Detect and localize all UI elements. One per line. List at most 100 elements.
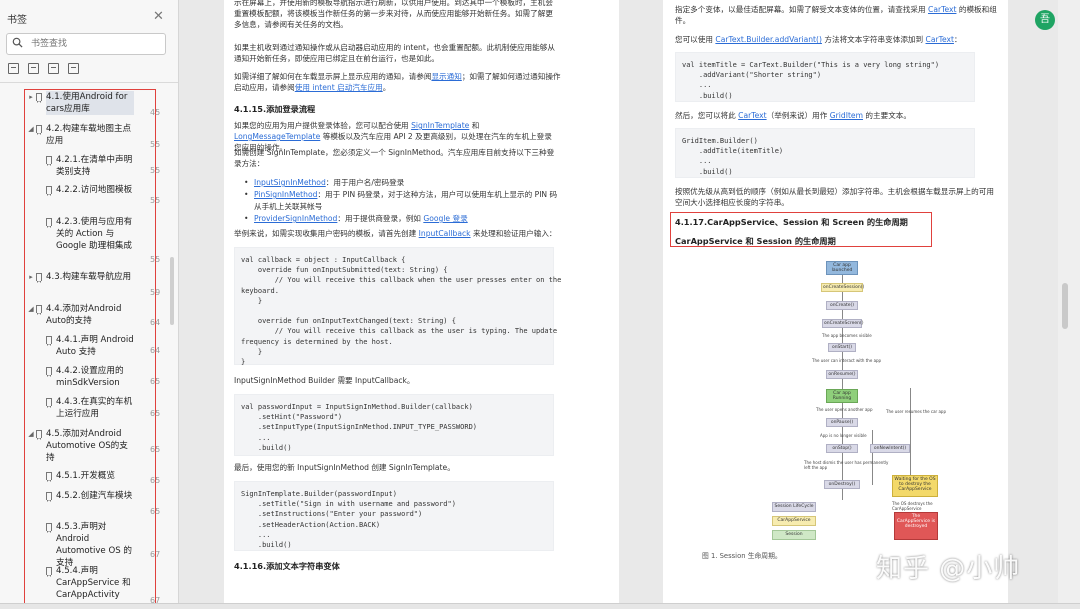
link-start-with-intent[interactable]: 使用 intent 启动汽车应用 — [295, 83, 383, 92]
bookmark-page-number: 55 — [150, 255, 160, 264]
bookmark-item[interactable]: 4.4.2.设置应用的 minSdkVersion — [56, 365, 134, 389]
bookmark-page-number: 65 — [150, 377, 160, 386]
bookmark-page-number: 64 — [150, 346, 160, 355]
link-signintemplate[interactable]: SignInTemplate — [411, 121, 469, 130]
node-onstop: onStop() — [826, 444, 858, 453]
bookmark-icon — [36, 93, 42, 101]
bookmark-item[interactable]: ◢4.2.构建车载地图主点应用 — [46, 123, 134, 147]
bookmark-label: 4.4.2.设置应用的 minSdkVersion — [56, 365, 134, 389]
bookmark-item[interactable]: ◢4.5.添加对Android Automotive OS的支持 — [46, 428, 134, 464]
bookmark-label: 4.5.2.创建汽车模块 — [56, 490, 134, 502]
bookmark-icon — [46, 367, 52, 375]
paragraph: 示在屏幕上，并使用新的模板导航指示进行刷新，以供用户使用。到达其中一个模板时，主… — [234, 0, 559, 30]
link-inputcallback[interactable]: InputCallback — [419, 229, 471, 238]
expand-all-icon[interactable] — [8, 63, 19, 74]
legend-session-lifecycle: Session LifeCycle — [772, 502, 816, 512]
node-onstart: onStart() — [828, 343, 856, 352]
bookmark-label: 4.4.1.声明 Android Auto 支持 — [56, 334, 134, 358]
collapse-all-icon[interactable] — [28, 63, 39, 74]
bookmark-icon — [46, 492, 52, 500]
bookmark-search[interactable] — [6, 33, 166, 55]
paragraph: 如需详细了解如何在车载显示屏上显示应用的通知，请参阅显示通知；如需了解如何通过通… — [234, 71, 564, 93]
link-google-signin[interactable]: Google 登录 — [423, 214, 467, 223]
bookmark-item[interactable]: ▸4.3.构建车载导航应用 — [46, 271, 134, 283]
bookmark-item[interactable]: 4.2.1.在清单中声明类别支持 — [56, 154, 134, 178]
sidebar-scrollbar[interactable] — [170, 257, 174, 325]
diagram-label: The user can interact with the app — [812, 358, 881, 363]
bookmark-icon — [36, 430, 42, 438]
diagram-label: The app becomes visible — [822, 333, 872, 338]
paragraph: 按照优先级从高到低的顺序（例如从最长到最短）添加字符串。主机会根据车载显示屏上的… — [675, 186, 1000, 208]
bookmark-icon — [36, 273, 42, 281]
bookmark-page-number: 45 — [150, 108, 160, 117]
collapse-arrow-icon[interactable]: ◢ — [27, 428, 35, 440]
document-scrollbar[interactable] — [1062, 283, 1068, 329]
link-show-notifications[interactable]: 显示通知 — [431, 72, 461, 81]
link-providersigninmethod[interactable]: ProviderSignInMethod — [254, 214, 337, 223]
bookmark-icon[interactable] — [68, 63, 79, 74]
diagram-label: The OS destroys the CarAppService — [892, 501, 942, 511]
link-cartext[interactable]: CarText — [926, 35, 954, 44]
node-oncreate: onCreate() — [826, 301, 858, 310]
search-input[interactable] — [31, 37, 161, 51]
close-icon[interactable]: ✕ — [153, 9, 164, 24]
legend-carappservice: CarAppService — [772, 516, 816, 526]
paragraph: 然后，您可以将此 CarText（举例来说）用作 GridItem 的主要文本。 — [675, 110, 1000, 121]
paragraph: 您可以使用 CarText.Builder.addVariant() 方法将文本… — [675, 34, 1000, 45]
section-heading: 4.1.16.添加文本字符串变体 — [234, 560, 340, 572]
node-oncreatesession: onCreateSession() — [821, 283, 863, 292]
link-addvariant[interactable]: CarText.Builder.addVariant() — [715, 35, 822, 44]
legend-session: Session — [772, 530, 816, 540]
node-ondestroy: onDestroy() — [824, 480, 860, 489]
node-oncreatescreen: onCreateScreen() — [822, 319, 862, 328]
bookmark-icon — [46, 567, 52, 575]
bookmark-item[interactable]: 4.5.4.声明 CarAppService 和 CarAppActivity — [56, 565, 134, 601]
bookmark-label: 4.2.2.访问地图模板 — [56, 184, 134, 196]
link-cartext[interactable]: CarText — [738, 111, 766, 120]
bookmark-label: 4.1.使用Android for cars应用库 — [46, 91, 134, 115]
bookmark-page-number: 65 — [150, 507, 160, 516]
expand-arrow-icon[interactable]: ▸ — [27, 91, 35, 103]
paragraph: InputSignInMethod Builder 需要 InputCallba… — [234, 375, 415, 386]
node-waiting-destroy: Waiting for the OS to destroy the CarApp… — [892, 475, 938, 497]
bookmark-icon — [46, 186, 52, 194]
link-longmessagetemplate[interactable]: LongMessageTemplate — [234, 132, 320, 141]
diagram-label: The user opens another app — [816, 407, 873, 412]
expand-arrow-icon[interactable]: ▸ — [27, 271, 35, 283]
floating-action-button[interactable]: 吾 — [1035, 10, 1055, 30]
link-pinsigninmethod[interactable]: PinSignInMethod — [254, 190, 317, 199]
bookmark-toolbar — [8, 63, 79, 74]
add-bookmark-icon[interactable] — [48, 63, 59, 74]
bookmark-page-number: 59 — [150, 288, 160, 297]
bookmark-item[interactable]: ▸4.1.使用Android for cars应用库 — [46, 91, 134, 115]
code-block: SignInTemplate.Builder(passwordInput) .s… — [234, 481, 554, 551]
bookmark-item[interactable]: 4.5.3.声明对 Android Automotive OS 的支持 — [56, 521, 134, 569]
status-bar — [0, 603, 1080, 609]
bookmark-page-number: 65 — [150, 476, 160, 485]
code-block: val passwordInput = InputSignInMethod.Bu… — [234, 394, 554, 456]
bookmark-label: 4.2.1.在清单中声明类别支持 — [56, 154, 134, 178]
bookmark-page-number: 65 — [150, 445, 160, 454]
bookmark-item[interactable]: 4.2.3.使用与应用有关的 Action 与 Google 助理相集成 — [56, 216, 134, 252]
figure-caption: 图 1. Session 生命周期。 — [702, 550, 782, 560]
bookmark-label: 4.4.添加对Android Auto的支持 — [46, 303, 134, 327]
link-griditem[interactable]: GridItem — [830, 111, 863, 120]
link-cartext[interactable]: CarText — [928, 5, 956, 14]
bookmark-item[interactable]: 4.5.2.创建汽车模块 — [56, 490, 134, 502]
bookmark-item[interactable]: ◢4.4.添加对Android Auto的支持 — [46, 303, 134, 327]
bookmark-label: 4.2.3.使用与应用有关的 Action 与 Google 助理相集成 — [56, 216, 134, 252]
bookmark-item[interactable]: 4.2.2.访问地图模板 — [56, 184, 134, 196]
bookmark-label: 4.5.3.声明对 Android Automotive OS 的支持 — [56, 521, 134, 569]
bookmark-page-number: 67 — [150, 550, 160, 559]
bookmark-item[interactable]: 4.4.1.声明 Android Auto 支持 — [56, 334, 134, 358]
bookmark-icon — [46, 336, 52, 344]
collapse-arrow-icon[interactable]: ◢ — [27, 123, 35, 135]
highlight-box — [670, 212, 932, 247]
node-car-app-running: Car app Running — [826, 389, 858, 403]
paragraph: 如需创建 SignInTemplate，您必须定义一个 SignInMethod… — [234, 147, 559, 169]
collapse-arrow-icon[interactable]: ◢ — [27, 303, 35, 315]
bookmark-item[interactable]: 4.4.3.在真实的车机上运行应用 — [56, 396, 134, 420]
bookmark-item[interactable]: 4.5.1.开发概览 — [56, 470, 134, 482]
code-block: val itemTitle = CarText.Builder("This is… — [675, 52, 975, 102]
link-inputsigninmethod[interactable]: InputSignInMethod — [254, 178, 326, 187]
